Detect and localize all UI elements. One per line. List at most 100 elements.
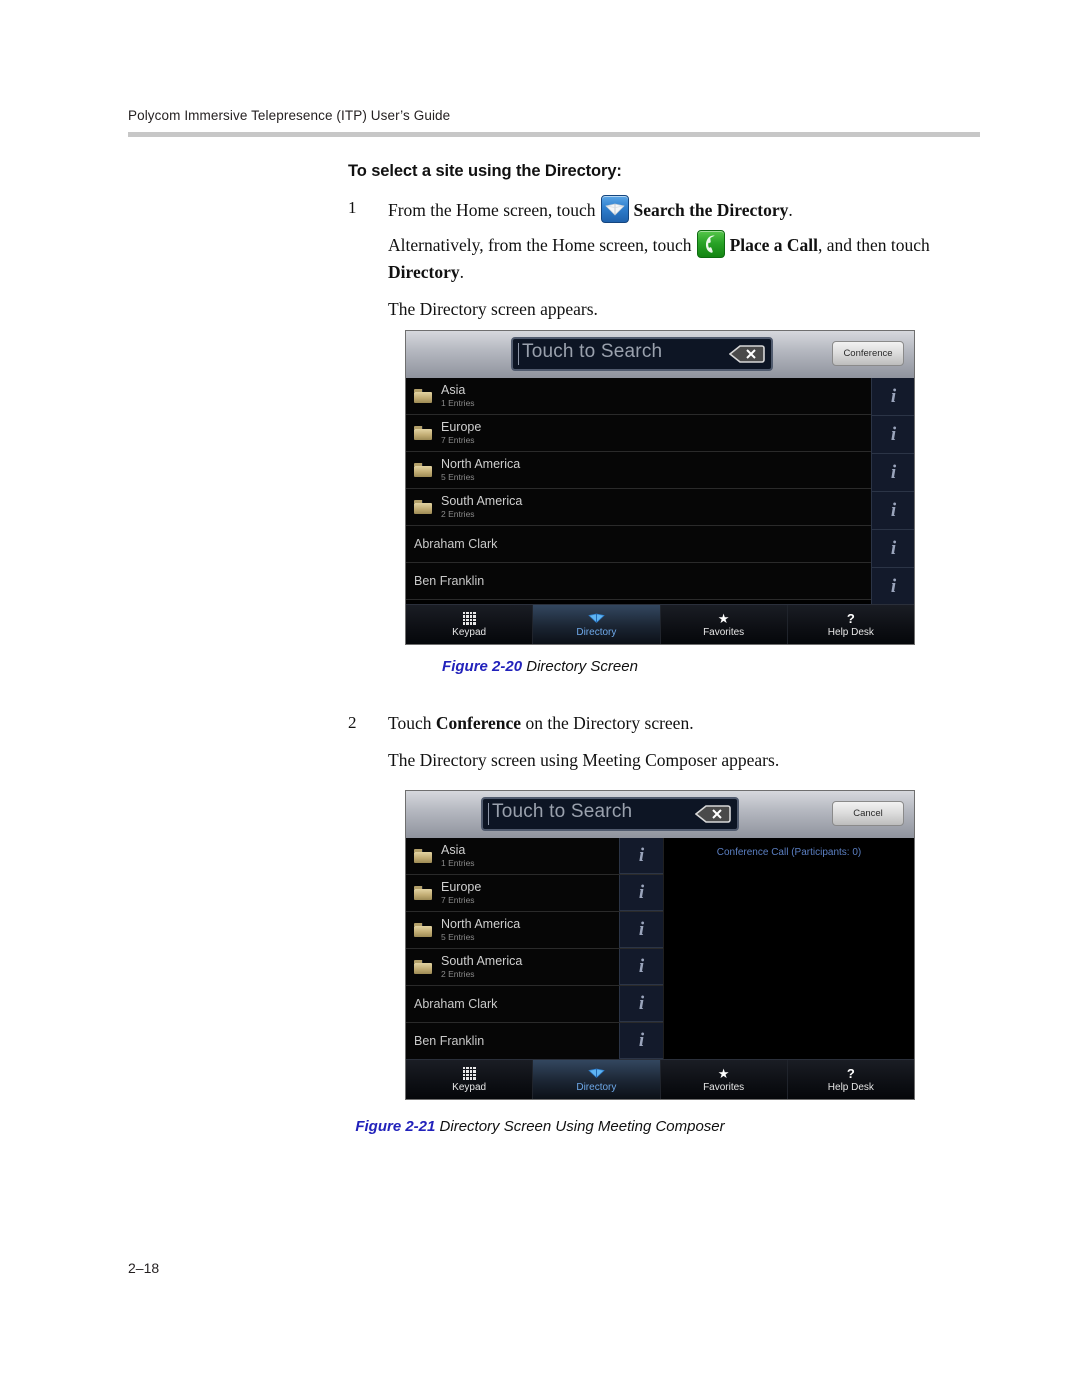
tab-label: Help Desk	[827, 1081, 874, 1093]
tab-label: Favorites	[703, 1081, 745, 1093]
conference-call-panel: Conference Call (Participants: 0)	[663, 838, 914, 1060]
info-icon[interactable]: i	[619, 986, 663, 1022]
directory-list: Asia 1 Entries Europe 7 Entries North Am…	[406, 378, 914, 600]
info-icon[interactable]: i	[619, 1023, 663, 1059]
row-content[interactable]: Ben Franklin	[406, 563, 914, 599]
row-content[interactable]: Europe 7 Entries	[406, 415, 914, 451]
row-subtitle: 5 Entries	[441, 932, 475, 943]
search-placeholder: Touch to Search	[492, 801, 633, 822]
row-title: South America	[441, 493, 523, 508]
row-content[interactable]: Abraham Clark	[406, 986, 619, 1022]
tab-favorites[interactable]: ★ Favorites	[661, 1060, 788, 1099]
row-title: Abraham Clark	[414, 536, 498, 551]
table-row[interactable]: Europe 7 Entries	[406, 415, 914, 452]
info-icon[interactable]: i	[871, 454, 914, 492]
step-1: 1 From the Home screen, touch Search the …	[348, 195, 980, 330]
table-row[interactable]: Ben Franklin i	[406, 1023, 663, 1060]
row-content[interactable]: South America 2 Entries	[406, 489, 914, 525]
info-button-column: i i i i i i	[871, 378, 914, 606]
step-1-bold-place-a-call: Place a Call	[729, 235, 819, 256]
step-1-text-c: .	[788, 200, 793, 220]
page-title: To select a site using the Directory:	[348, 162, 622, 180]
backspace-icon[interactable]	[729, 344, 765, 364]
conference-button[interactable]: Conference	[832, 341, 904, 366]
directory-book-icon	[588, 612, 605, 625]
row-text: North America 5 Entries	[441, 917, 520, 943]
tab-label: Favorites	[703, 626, 745, 638]
tab-keypad[interactable]: Keypad	[406, 1060, 534, 1099]
info-icon[interactable]: i	[619, 912, 663, 948]
info-icon[interactable]: i	[619, 838, 663, 874]
table-row[interactable]: North America 5 Entries i	[406, 912, 663, 949]
cancel-button[interactable]: Cancel	[832, 801, 904, 826]
tab-help-desk[interactable]: ? Help Desk	[788, 1060, 914, 1099]
row-subtitle: 7 Entries	[441, 435, 475, 446]
row-title: South America	[441, 953, 523, 968]
tab-favorites[interactable]: ★ Favorites	[661, 605, 788, 644]
running-header: Polycom Immersive Telepresence (ITP) Use…	[128, 108, 980, 137]
row-content[interactable]: North America 5 Entries	[406, 452, 914, 488]
row-content[interactable]: Asia 1 Entries	[406, 378, 914, 414]
table-row[interactable]: Europe 7 Entries i	[406, 875, 663, 912]
step-2-text-a: Touch	[388, 713, 432, 733]
directory-list: Asia 1 Entries i Europe 7 Entries i Nort…	[406, 838, 663, 1060]
step-1-bold-directory: Directory	[388, 262, 460, 283]
figure-caption: Figure 2-20 Directory Screen	[0, 658, 1080, 675]
figure-title: Directory Screen Using Meeting Composer	[439, 1118, 725, 1135]
tab-directory[interactable]: Directory	[533, 1060, 661, 1099]
folder-icon	[414, 463, 432, 477]
row-content[interactable]: Europe 7 Entries	[406, 875, 619, 911]
row-title: Ben Franklin	[414, 1033, 485, 1048]
directory-book-icon	[588, 1067, 605, 1080]
row-text: Asia 1 Entries	[441, 383, 475, 409]
row-subtitle: 7 Entries	[441, 895, 475, 906]
row-text: Europe 7 Entries	[441, 880, 481, 906]
row-content[interactable]: Abraham Clark	[406, 526, 914, 562]
bottom-tab-bar: Keypad Directory ★ Favorites ? Help Desk	[406, 604, 914, 644]
row-subtitle: 1 Entries	[441, 858, 475, 869]
row-title: Europe	[441, 419, 482, 434]
info-icon[interactable]: i	[871, 530, 914, 568]
row-content[interactable]: Asia 1 Entries	[406, 838, 619, 874]
table-row[interactable]: Asia 1 Entries	[406, 378, 914, 415]
bottom-tab-bar: Keypad Directory ★ Favorites ? Help Desk	[406, 1059, 914, 1099]
tab-help-desk[interactable]: ? Help Desk	[788, 605, 914, 644]
header-rule	[128, 132, 980, 137]
table-row[interactable]: North America 5 Entries	[406, 452, 914, 489]
search-input[interactable]: Touch to Search	[511, 337, 773, 371]
keypad-grid-icon	[462, 611, 476, 625]
row-content[interactable]: North America 5 Entries	[406, 912, 619, 948]
info-icon[interactable]: i	[871, 416, 914, 454]
info-icon[interactable]: i	[871, 492, 914, 530]
tab-directory[interactable]: Directory	[533, 605, 661, 644]
directory-screen-figure: Touch to Search Conference Asia 1 Entrie…	[405, 330, 915, 645]
table-row[interactable]: Ben Franklin	[406, 563, 914, 600]
row-content[interactable]: Ben Franklin	[406, 1023, 619, 1059]
star-icon: ★	[717, 1065, 730, 1081]
keypad-grid-icon	[462, 1066, 476, 1080]
folder-icon	[414, 849, 432, 863]
table-row[interactable]: Asia 1 Entries i	[406, 838, 663, 875]
info-icon[interactable]: i	[619, 949, 663, 985]
backspace-icon[interactable]	[695, 804, 731, 824]
info-icon[interactable]: i	[871, 378, 914, 416]
tab-keypad[interactable]: Keypad	[406, 605, 534, 644]
folder-icon	[414, 389, 432, 403]
search-input[interactable]: Touch to Search	[481, 797, 739, 831]
device-1-main: Asia 1 Entries Europe 7 Entries North Am…	[406, 378, 914, 606]
step-1-line-3: The Directory screen appears.	[388, 299, 598, 320]
table-row[interactable]: South America 2 Entries i	[406, 949, 663, 986]
question-mark-icon: ?	[846, 610, 855, 626]
row-content[interactable]: South America 2 Entries	[406, 949, 619, 985]
page-number: 2–18	[128, 1260, 160, 1276]
text-caret	[518, 343, 519, 365]
step-1-text-e: .	[459, 262, 464, 283]
table-row[interactable]: South America 2 Entries	[406, 489, 914, 526]
table-row[interactable]: Abraham Clark	[406, 526, 914, 563]
running-header-title: Polycom Immersive Telepresence (ITP) Use…	[128, 108, 451, 123]
step-2-bold-conference: Conference	[435, 713, 522, 733]
info-icon[interactable]: i	[871, 568, 914, 606]
step-2-line-1: Touch Conference on the Directory screen…	[388, 710, 980, 737]
table-row[interactable]: Abraham Clark i	[406, 986, 663, 1023]
info-icon[interactable]: i	[619, 875, 663, 911]
